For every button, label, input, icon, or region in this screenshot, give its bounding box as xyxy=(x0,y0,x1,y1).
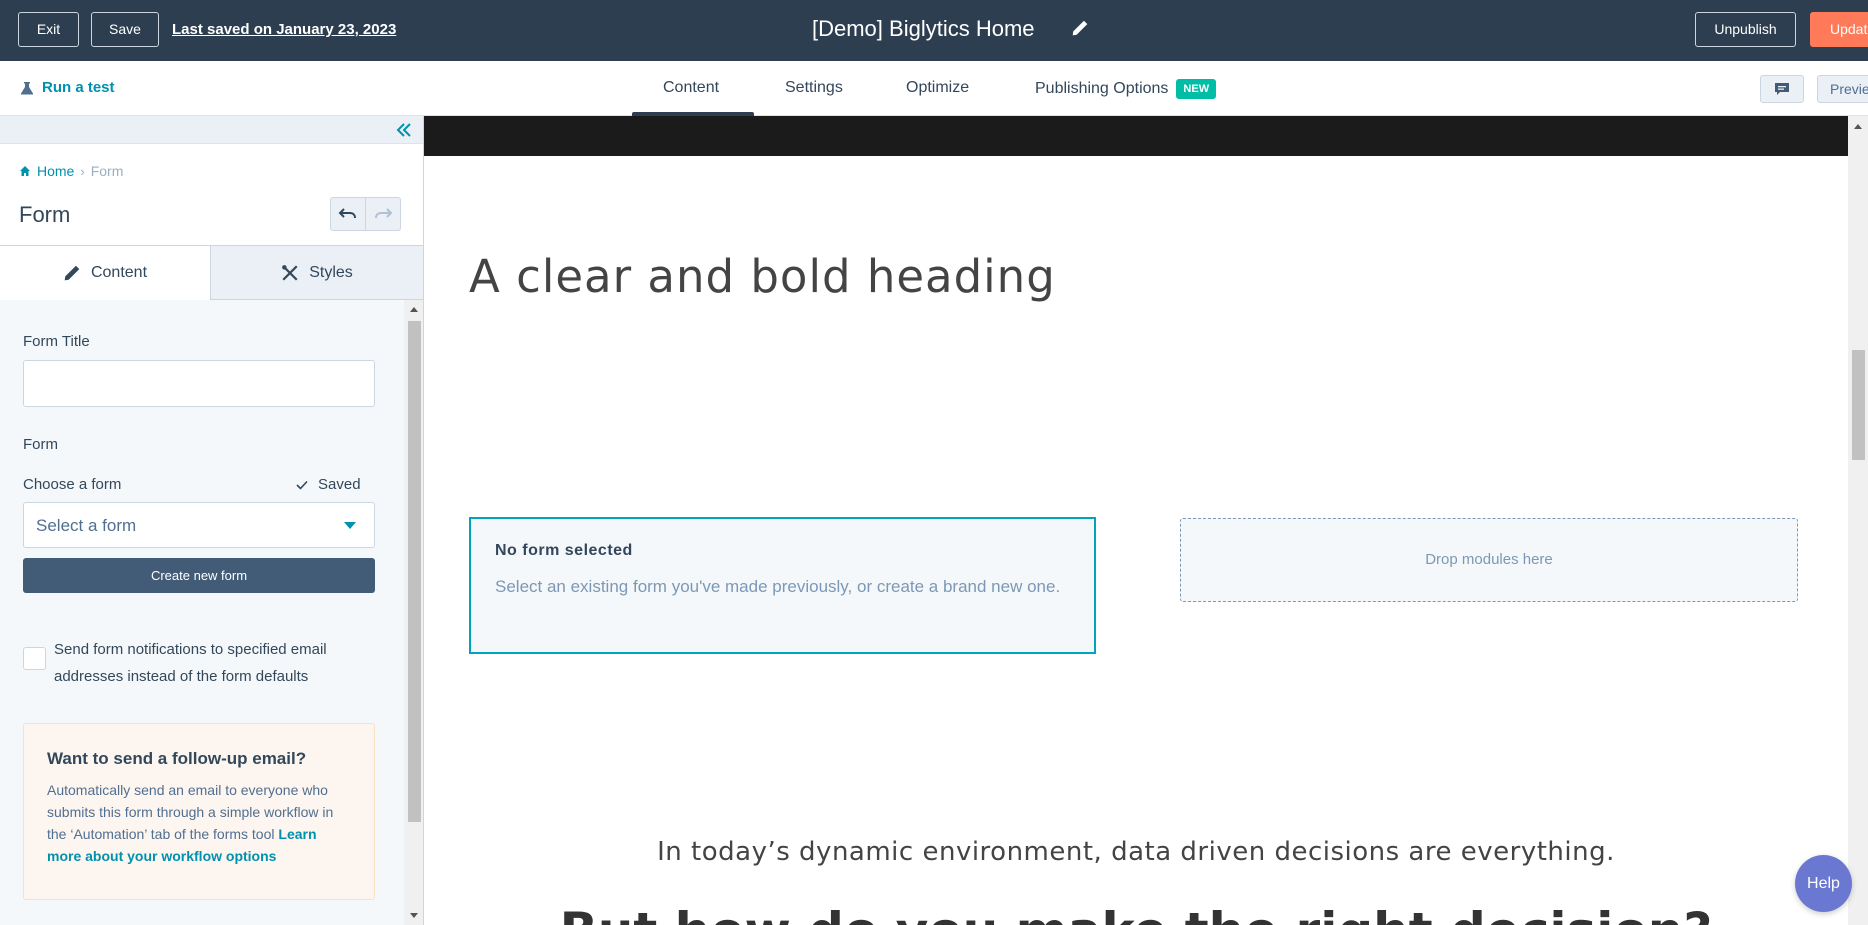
panel-title: Form xyxy=(19,202,71,227)
tab-settings[interactable]: Settings xyxy=(785,79,843,97)
breadcrumb-home[interactable]: Home xyxy=(37,163,74,179)
preview-tagline[interactable]: In today’s dynamic environment, data dri… xyxy=(424,837,1848,867)
create-new-form-button[interactable]: Create new form xyxy=(23,558,375,593)
redo-icon xyxy=(374,208,393,219)
page-preview-canvas: A clear and bold heading No form selecte… xyxy=(424,116,1848,925)
update-button[interactable]: Update xyxy=(1810,12,1868,47)
no-form-text: Select an existing form you've made prev… xyxy=(495,577,1061,596)
pencil-icon xyxy=(64,265,80,281)
no-form-title: No form selected xyxy=(495,542,633,559)
scroll-down-arrow-icon[interactable] xyxy=(410,913,418,918)
choose-form-label: Choose a form xyxy=(23,476,122,493)
notifications-checkbox-label[interactable]: Send form notifications to specified ema… xyxy=(54,636,374,690)
notifications-checkbox[interactable] xyxy=(23,647,46,670)
double-chevron-left-icon[interactable] xyxy=(394,120,414,140)
canvas-scrollbar[interactable] xyxy=(1848,116,1868,925)
form-section-label: Form xyxy=(23,436,58,453)
redo-button[interactable] xyxy=(366,198,401,230)
new-badge: NEW xyxy=(1176,79,1217,99)
panel-tab-content-label: Content xyxy=(90,264,148,281)
help-button[interactable]: Help xyxy=(1795,855,1852,912)
panel-scroll-thumb[interactable] xyxy=(408,321,421,822)
form-module-placeholder[interactable]: No form selected Select an existing form… xyxy=(469,517,1096,654)
unpublish-button[interactable]: Unpublish xyxy=(1695,12,1796,47)
canvas-scroll-thumb[interactable] xyxy=(1852,350,1865,460)
tab-publishing-options[interactable]: Publishing Options NEW xyxy=(1035,79,1217,99)
comments-button[interactable] xyxy=(1760,75,1804,103)
undo-icon xyxy=(338,208,356,219)
breadcrumb-separator: › xyxy=(80,163,85,179)
breadcrumb: Home › Form xyxy=(19,163,123,179)
pencil-icon[interactable] xyxy=(1071,19,1089,37)
form-title-label: Form Title xyxy=(23,333,90,350)
editor-subbar: Run a test Content Settings Optimize Pub… xyxy=(0,61,1868,116)
editor-topbar: Exit Save Last saved on January 23, 2023… xyxy=(0,0,1868,61)
undo-button[interactable] xyxy=(331,198,366,230)
form-title-input[interactable] xyxy=(23,360,375,407)
run-test-label: Run a test xyxy=(42,79,115,96)
preview-heading[interactable]: A clear and bold heading xyxy=(469,250,1056,303)
tab-content[interactable]: Content xyxy=(663,79,719,97)
tab-publishing-label: Publishing Options xyxy=(1035,80,1169,97)
tab-optimize[interactable]: Optimize xyxy=(906,79,969,97)
preview-subheading[interactable]: But how do you make the right decision? xyxy=(424,902,1848,925)
panel-scrollbar[interactable] xyxy=(404,300,423,925)
collapse-row xyxy=(0,116,423,144)
run-test-link[interactable]: Run a test xyxy=(20,79,115,96)
followup-title: Want to send a follow-up email? xyxy=(47,749,307,768)
page-title: [Demo] Biglytics Home xyxy=(812,16,1035,41)
saved-status-label: Saved xyxy=(318,476,361,493)
scroll-up-arrow-icon[interactable] xyxy=(410,307,418,312)
comment-icon xyxy=(1775,83,1789,95)
followup-email-callout: Want to send a follow-up email? Automati… xyxy=(23,723,375,900)
exit-button[interactable]: Exit xyxy=(18,12,79,47)
flask-icon xyxy=(21,81,33,94)
saved-status: Saved xyxy=(296,476,361,493)
save-button[interactable]: Save xyxy=(91,12,159,47)
last-saved-link[interactable]: Last saved on January 23, 2023 xyxy=(172,21,396,38)
hero-image-strip xyxy=(424,116,1848,156)
drop-modules-zone[interactable]: Drop modules here xyxy=(1180,518,1798,602)
form-select-dropdown[interactable]: Select a form xyxy=(23,502,375,548)
brush-icon xyxy=(282,264,298,281)
scroll-up-arrow-icon[interactable] xyxy=(1854,124,1862,129)
panel-tab-styles[interactable]: Styles xyxy=(210,245,423,300)
breadcrumb-current: Form xyxy=(90,163,124,179)
panel-tab-content[interactable]: Content xyxy=(0,245,210,300)
form-select-value: Select a form xyxy=(36,516,137,535)
home-icon xyxy=(20,166,30,176)
undo-redo-group xyxy=(330,197,401,231)
followup-text: Automatically send an email to everyone … xyxy=(47,779,352,867)
checkmark-icon xyxy=(296,480,308,490)
caret-down-icon xyxy=(344,522,356,529)
preview-button[interactable]: Preview xyxy=(1817,75,1868,103)
panel-tab-styles-label: Styles xyxy=(309,263,353,281)
